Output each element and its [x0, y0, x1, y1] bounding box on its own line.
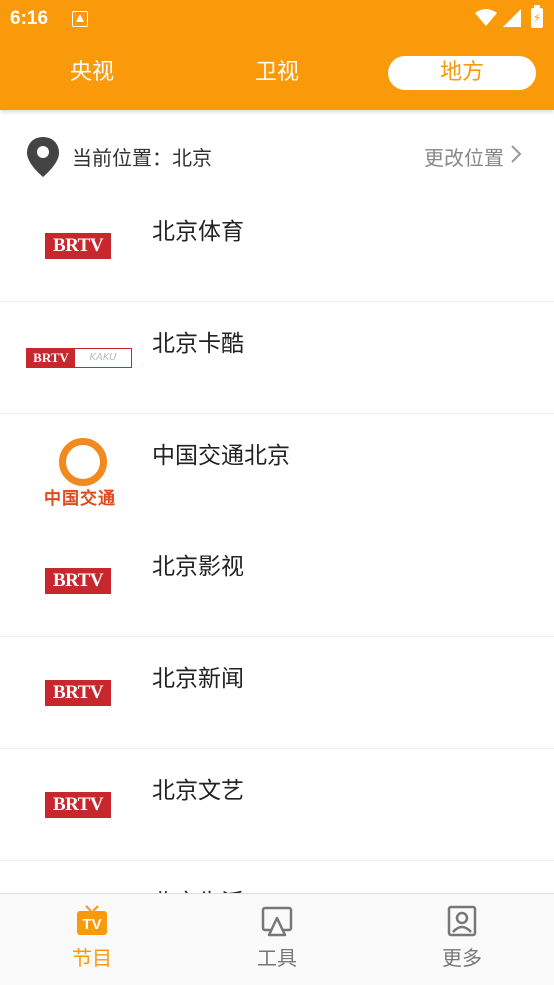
nav-tools[interactable]: 工具: [185, 894, 369, 985]
tab-cctv[interactable]: 央视: [40, 56, 144, 90]
profile-icon: [447, 905, 477, 937]
channel-logo: 中国交通: [20, 438, 140, 509]
channel-row[interactable]: 北京生活: [0, 861, 554, 893]
channel-logo: BRTV KAKU: [20, 332, 140, 392]
status-time: 6:16: [10, 8, 49, 29]
kaku-logo-brtv: BRTV: [27, 349, 75, 367]
signal-icon: [503, 9, 521, 27]
nav-more-label: 更多: [442, 946, 482, 970]
brtv-logo: BRTV: [45, 680, 111, 706]
channel-name: 北京影视: [152, 554, 244, 580]
china-traffic-logo-text: 中国交通: [44, 489, 116, 509]
notification-icon: [72, 11, 88, 27]
nav-tools-label: 工具: [257, 946, 297, 970]
location-pin-icon: [27, 137, 59, 177]
channel-logo: BRTV: [20, 220, 140, 280]
tv-icon-badge: TV: [82, 916, 101, 933]
channel-name: 北京体育: [152, 219, 244, 245]
kaku-logo: BRTV KAKU: [26, 348, 132, 368]
current-location-text: 当前位置：北京: [72, 146, 212, 170]
brtv-logo: BRTV: [45, 568, 111, 594]
china-traffic-logo: 中国交通: [38, 438, 122, 509]
channel-name: 北京文艺: [152, 778, 244, 804]
channel-tabs: 央视 卫视 地方: [0, 48, 554, 98]
status-bar: 6:16: [0, 0, 554, 38]
channel-row[interactable]: BRTV 北京体育: [0, 190, 554, 302]
cast-icon: [261, 906, 293, 937]
channel-list: BRTV 北京体育 BRTV KAKU 北京卡酷 中国交通 中国交通北京 BRT…: [0, 190, 554, 893]
channel-row[interactable]: BRTV 北京新闻: [0, 637, 554, 749]
channel-row[interactable]: BRTV 北京文艺: [0, 749, 554, 861]
channel-row[interactable]: 中国交通 中国交通北京: [0, 414, 554, 525]
channel-logo: BRTV: [20, 667, 140, 727]
nav-programs[interactable]: TV 节目: [0, 894, 184, 985]
change-location-link[interactable]: 更改位置: [424, 142, 504, 171]
tab-satellite[interactable]: 卫视: [225, 56, 329, 90]
china-traffic-ring-icon: [59, 438, 107, 486]
wifi-icon: [475, 9, 497, 26]
nav-programs-label: 节目: [72, 946, 112, 970]
channel-name: 北京卡酷: [152, 331, 244, 357]
channel-logo: BRTV: [20, 779, 140, 839]
nav-more[interactable]: 更多: [370, 894, 554, 985]
location-bar: 当前位置：北京 更改位置: [0, 126, 554, 186]
brtv-logo: BRTV: [45, 792, 111, 818]
battery-icon: [531, 5, 543, 28]
kaku-logo-sub: KAKU: [89, 352, 117, 363]
app-header: 6:16 央视 卫视 地方: [0, 0, 554, 110]
channel-row[interactable]: BRTV 北京影视: [0, 525, 554, 637]
channel-name: 中国交通北京: [152, 443, 290, 469]
channel-name: 北京生活: [152, 883, 244, 893]
bottom-nav: TV 节目 工具 更多: [0, 893, 554, 985]
channel-logo: BRTV: [20, 555, 140, 615]
channel-row[interactable]: BRTV KAKU 北京卡酷: [0, 302, 554, 414]
tab-local[interactable]: 地方: [388, 56, 536, 90]
chevron-right-icon[interactable]: [510, 144, 522, 164]
tv-icon: TV: [77, 905, 107, 935]
channel-name: 北京新闻: [152, 666, 244, 692]
brtv-logo: BRTV: [45, 233, 111, 259]
